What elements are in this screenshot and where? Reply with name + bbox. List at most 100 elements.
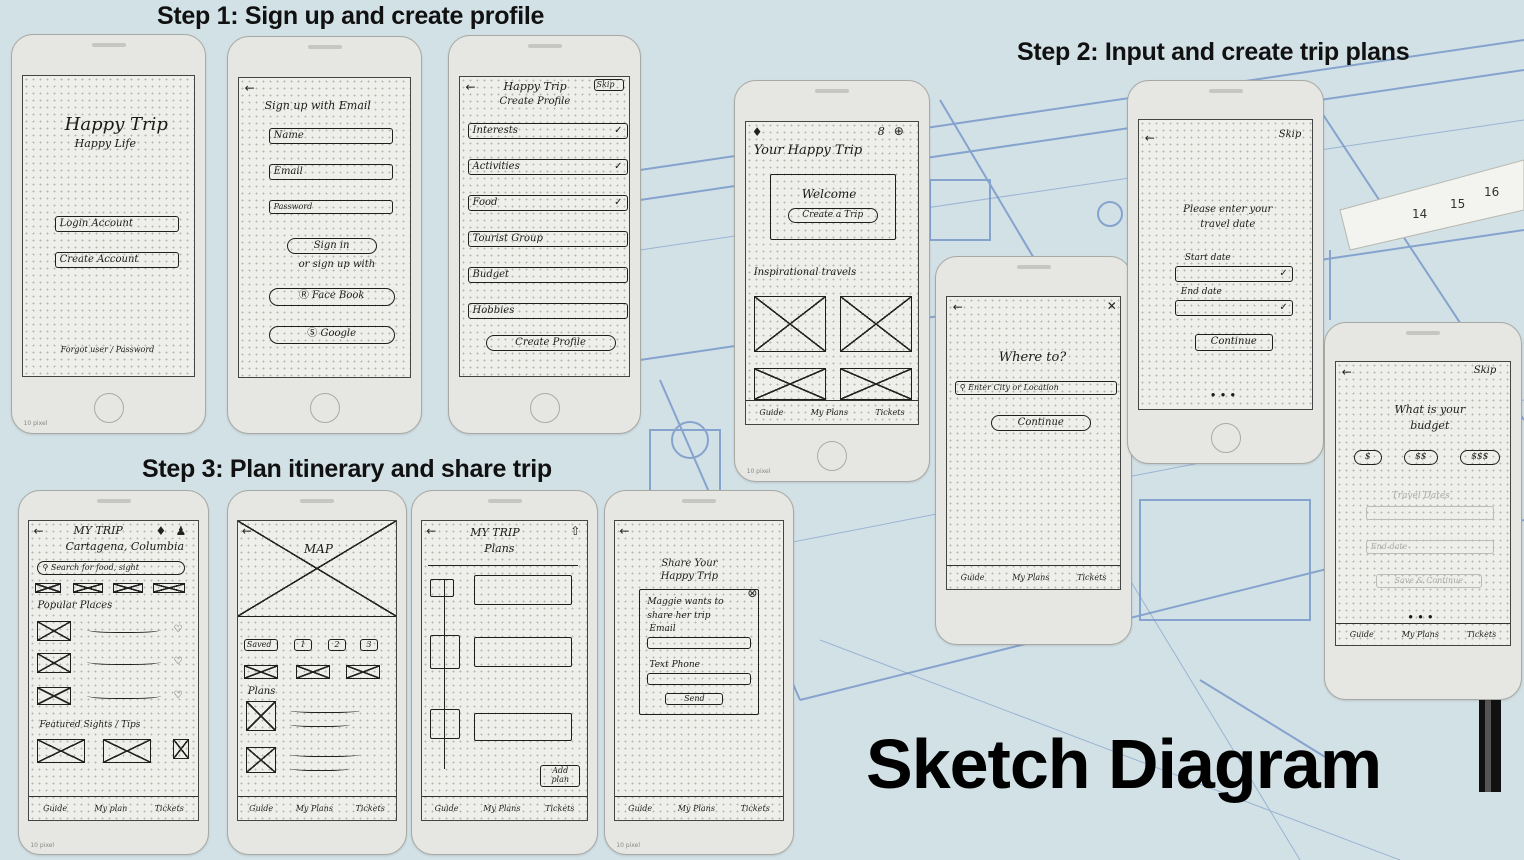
nav-guide[interactable]: Guide <box>435 804 459 813</box>
share-phone-field[interactable] <box>647 673 752 686</box>
email-field[interactable]: Email <box>268 163 393 181</box>
tourist-group-field[interactable]: Tourist Group <box>467 230 628 248</box>
plan-thumb-1[interactable] <box>245 701 276 732</box>
profile-icon[interactable]: ♟ <box>175 525 186 537</box>
nav-tickets[interactable]: Tickets <box>741 804 770 813</box>
login-account-button[interactable]: Login Account <box>54 215 179 233</box>
heart-icon[interactable]: ♡ <box>173 691 182 701</box>
create-profile-button[interactable]: Create Profile <box>485 334 616 352</box>
plan-card-1[interactable] <box>474 575 573 606</box>
back-arrow-icon[interactable]: ← <box>245 82 255 94</box>
send-button[interactable]: Send <box>665 693 724 706</box>
nav-tickets[interactable]: Tickets <box>155 804 184 813</box>
budget-option-high[interactable]: $$$ <box>1459 449 1500 465</box>
sign-in-button[interactable]: Sign in <box>286 237 377 255</box>
bell-icon[interactable]: ♦ <box>155 525 166 537</box>
nav-guide[interactable]: Guide <box>249 804 273 813</box>
interests-dropdown[interactable]: Interests <box>467 122 628 140</box>
create-trip-button[interactable]: Create a Trip <box>787 208 878 224</box>
activities-dropdown[interactable]: Activities <box>467 158 628 176</box>
food-dropdown[interactable]: Food <box>467 194 628 212</box>
featured-3[interactable] <box>173 739 190 760</box>
saved-thumb-1[interactable] <box>243 665 278 680</box>
skip-link[interactable]: Skip <box>1474 365 1497 376</box>
filter-chip-4[interactable] <box>153 583 186 594</box>
bell-icon[interactable]: ♦ <box>752 126 763 138</box>
nav-guide[interactable]: Guide <box>628 804 652 813</box>
day-tab-2[interactable]: 2 <box>327 639 346 652</box>
name-field[interactable]: Name <box>268 127 393 145</box>
skip-link[interactable]: Skip <box>1279 130 1302 140</box>
filter-chip-3[interactable] <box>113 583 144 594</box>
back-arrow-icon[interactable]: ← <box>1342 366 1352 378</box>
back-arrow-icon[interactable]: ← <box>953 301 963 313</box>
nav-guide[interactable]: Guide <box>1350 630 1374 639</box>
saved-thumb-2[interactable] <box>295 665 330 680</box>
nav-my-plans[interactable]: My Plans <box>1012 573 1049 582</box>
back-arrow-icon[interactable]: ← <box>619 525 629 537</box>
heart-icon[interactable]: ♡ <box>173 625 182 635</box>
skip-button[interactable]: Skip <box>593 78 624 91</box>
plan-card-thumb-2[interactable] <box>430 635 461 670</box>
inspiration-image-4[interactable] <box>839 368 912 400</box>
close-icon[interactable]: ✕ <box>1107 300 1117 312</box>
share-email-field[interactable] <box>647 637 752 650</box>
nav-tickets[interactable]: Tickets <box>1077 573 1106 582</box>
place-thumb-2[interactable] <box>37 653 72 674</box>
nav-guide[interactable]: Guide <box>759 408 783 417</box>
nav-my-plans[interactable]: My Plans <box>296 804 333 813</box>
back-arrow-icon[interactable]: ← <box>426 525 436 537</box>
map-view[interactable] <box>237 521 397 618</box>
day-tab-1[interactable]: 1 <box>293 639 312 652</box>
destination-search-input[interactable]: ⚲ Enter City or Location <box>954 380 1117 395</box>
continue-button[interactable]: Continue <box>1194 334 1273 351</box>
back-arrow-icon[interactable]: ← <box>33 525 43 537</box>
facebook-button[interactable]: Ⓡ Face Book <box>268 287 395 306</box>
nav-tickets[interactable]: Tickets <box>1467 630 1496 639</box>
back-arrow-icon[interactable]: ← <box>466 81 476 93</box>
close-icon[interactable]: ⊗ <box>747 587 757 599</box>
nav-tickets[interactable]: Tickets <box>545 804 574 813</box>
plan-card-3[interactable] <box>474 713 573 742</box>
featured-2[interactable] <box>103 739 152 764</box>
add-icon[interactable]: ⊕ <box>894 125 904 137</box>
nav-my-plan[interactable]: My plan <box>94 804 127 813</box>
nav-my-plans[interactable]: My Plans <box>483 804 520 813</box>
featured-1[interactable] <box>37 739 86 764</box>
add-plan-button[interactable]: Add plan <box>540 765 581 787</box>
day-tab-3[interactable]: 3 <box>359 639 378 652</box>
filter-chip-1[interactable] <box>35 583 62 594</box>
heart-icon[interactable]: ♡ <box>173 657 182 667</box>
nav-tickets[interactable]: Tickets <box>356 804 385 813</box>
budget-option-low[interactable]: $ <box>1353 449 1382 465</box>
plan-card-thumb-3[interactable] <box>430 709 461 740</box>
nav-my-plans[interactable]: My Plans <box>1402 630 1439 639</box>
saved-thumb-3[interactable] <box>345 665 380 680</box>
place-thumb-1[interactable] <box>37 621 72 642</box>
nav-guide[interactable]: Guide <box>43 804 67 813</box>
nav-guide[interactable]: Guide <box>961 573 985 582</box>
nav-my-plans[interactable]: My Plans <box>811 408 848 417</box>
nav-tickets[interactable]: Tickets <box>875 408 904 417</box>
create-account-button[interactable]: Create Account <box>54 251 179 269</box>
nav-my-plans[interactable]: My Plans <box>678 804 715 813</box>
plan-card-2[interactable] <box>474 637 573 668</box>
budget-option-mid[interactable]: $$ <box>1403 449 1438 465</box>
inspiration-image-1[interactable] <box>753 296 826 352</box>
saved-tab[interactable]: Saved <box>243 639 278 652</box>
hobbies-field[interactable]: Hobbies <box>467 302 628 320</box>
continue-button[interactable]: Continue <box>990 414 1091 432</box>
password-field[interactable]: Password <box>268 199 393 214</box>
plan-card-thumb-1[interactable] <box>430 579 455 598</box>
place-thumb-3[interactable] <box>37 687 72 706</box>
start-date-dropdown[interactable] <box>1174 266 1293 283</box>
budget-field[interactable]: Budget <box>467 266 628 284</box>
share-icon[interactable]: ⇧ <box>570 525 580 537</box>
inspiration-image-3[interactable] <box>753 368 826 400</box>
forgot-password-link[interactable]: Forgot user / Password <box>61 345 155 354</box>
google-button[interactable]: Ⓢ Google <box>268 325 395 344</box>
end-date-dropdown[interactable] <box>1174 300 1293 317</box>
back-arrow-icon[interactable]: ← <box>1145 132 1155 144</box>
inspiration-image-2[interactable] <box>839 296 912 352</box>
plan-thumb-2[interactable] <box>245 747 276 774</box>
